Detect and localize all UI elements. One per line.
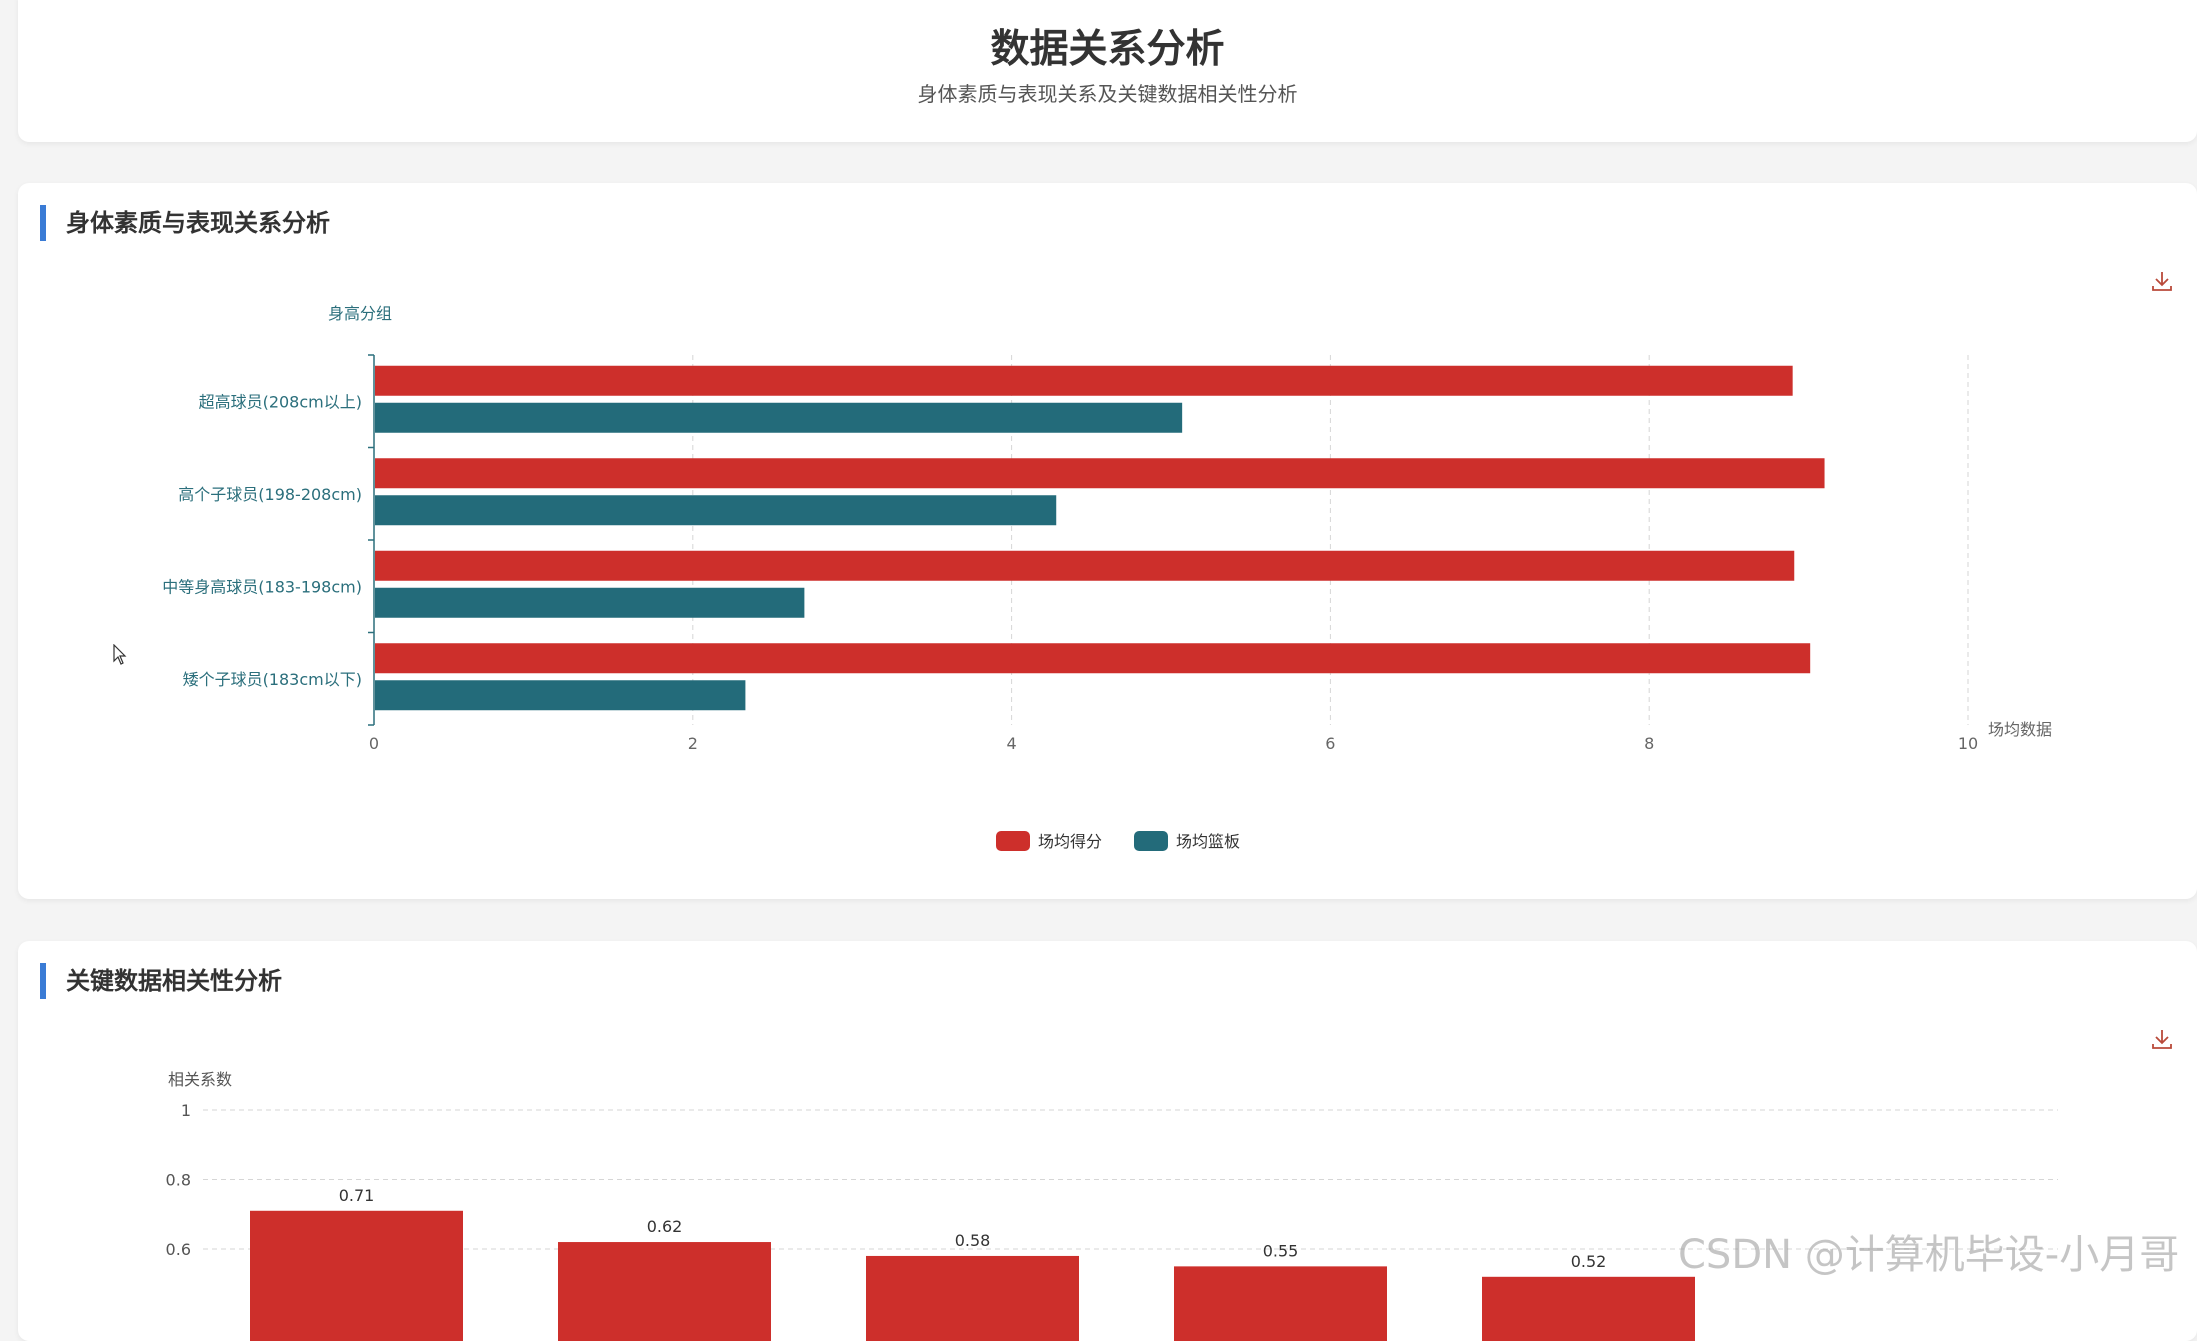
bar-points [375,458,1825,489]
height-performance-card: 身体素质与表现关系分析 0 2 4 6 8 10 超高球员(208cm以上) 高个子球员(19… [18,183,2197,899]
y-tick-label: 1 [181,1101,191,1120]
watermark: CSDN @计算机毕设-小月哥 [1678,1232,2180,1278]
legend-label-rebounds: 场均篮板 [1176,832,1240,851]
header-card: 数据关系分析 身体素质与表现关系及关键数据相关性分析 [18,0,2197,142]
y-axis-title: 相关系数 [168,1070,232,1089]
bar-points [375,643,1811,674]
data-label: 0.55 [1263,1241,1299,1260]
legend-label-points: 场均得分 [1038,832,1102,851]
y-category-label: 矮个子球员(183cm以下) [183,670,362,689]
correlation-bar [1482,1276,1695,1341]
bar-rebounds [375,402,1183,433]
y-tick-label: 0.6 [166,1240,191,1259]
correlation-bar [250,1210,463,1341]
correlation-bar [558,1242,771,1341]
chart-legend: 场均得分 场均篮板 [996,831,1240,851]
x-tick-label: 0 [369,734,379,753]
correlation-chart: 1 0.8 0.6 相关系数 0.71 0.62 0.58 0.55 0.52 [166,1070,2058,1341]
data-label: 0.58 [955,1231,991,1250]
x-axis-title: 场均数据 [1988,720,2052,739]
x-tick-label: 6 [1325,734,1335,753]
mouse-cursor-icon [113,644,127,665]
data-label: 0.52 [1571,1252,1607,1271]
x-tick-label: 4 [1007,734,1017,753]
correlation-bar [1174,1266,1387,1341]
x-tick-label: 2 [688,734,698,753]
x-tick-label: 10 [1958,734,1978,753]
bar-rebounds [375,587,805,618]
y-category-label: 超高球员(208cm以上) [199,392,362,411]
x-tick-label: 8 [1644,734,1654,753]
bar-points [375,365,1793,396]
legend-swatch-points [996,831,1030,851]
y-axis-title: 身高分组 [328,304,392,323]
bar-rebounds [375,495,1057,526]
bar-points [375,550,1795,581]
data-label: 0.71 [339,1186,375,1205]
correlation-bar [866,1255,1079,1341]
legend-swatch-rebounds [1134,831,1168,851]
bar-rebounds [375,680,746,711]
y-tick-label: 0.8 [166,1171,191,1190]
height-performance-chart: 0 2 4 6 8 10 超高球员(208cm以上) 高个子球员(198-208cm) 中等身高… [162,304,2052,851]
page-title: 数据关系分析 [990,27,1225,72]
correlation-card: 关键数据相关性分析 1 0.8 0.6 相关系数 0.71 0.62 0.58 0.55 0.5… [18,941,2197,1341]
data-label: 0.62 [647,1217,683,1236]
y-category-label: 高个子球员(198-208cm) [178,485,362,504]
y-category-label: 中等身高球员(183-198cm) [162,577,362,596]
page-subtitle: 身体素质与表现关系及关键数据相关性分析 [917,82,1298,106]
